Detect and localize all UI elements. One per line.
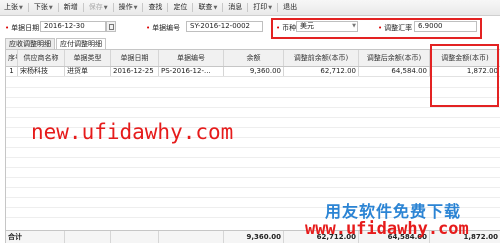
caret-down-icon: ▼ bbox=[19, 5, 23, 11]
table-cell: 1 bbox=[6, 67, 18, 76]
caret-down-icon: ▼ bbox=[103, 5, 108, 11]
toolbar-button[interactable]: 操作▼ bbox=[115, 0, 142, 15]
toolbar-button[interactable]: 退出 bbox=[279, 0, 301, 15]
col-header: 调整后余额(本币) bbox=[359, 50, 430, 66]
table-cell bbox=[111, 231, 159, 243]
col-header: 单据类型 bbox=[65, 50, 111, 66]
highlight-box bbox=[271, 18, 482, 39]
toolbar-button-label: 联查 bbox=[198, 3, 213, 11]
caret-down-icon: ▼ bbox=[133, 5, 138, 11]
toolbar-button-label: 上张 bbox=[4, 3, 18, 11]
date-label: • 单据日期 bbox=[5, 24, 40, 32]
number-label: • 单据编号 bbox=[146, 24, 181, 32]
table-cell bbox=[159, 231, 224, 243]
toolbar-divider bbox=[112, 3, 114, 12]
grid-line bbox=[6, 117, 500, 118]
date-field[interactable]: 2016-12-30 bbox=[40, 21, 106, 32]
number-field[interactable]: SY-2016-12-0002 bbox=[186, 21, 263, 32]
total-cell: 9,360.00 bbox=[224, 231, 284, 243]
grid-line bbox=[6, 157, 500, 158]
table-cell bbox=[65, 231, 111, 243]
col-header: 调整前余额(本币) bbox=[284, 50, 359, 66]
toolbar-button-label: 消息 bbox=[228, 3, 243, 11]
toolbar-divider bbox=[167, 3, 169, 12]
toolbar-button[interactable]: 上张▼ bbox=[0, 0, 27, 15]
toolbar-button[interactable]: 联查▼ bbox=[194, 0, 221, 15]
table-cell: 9,360.00 bbox=[224, 67, 284, 76]
table-cell: 进货单 bbox=[65, 67, 111, 76]
grid-line bbox=[6, 187, 500, 188]
toolbar-button[interactable]: 查找 bbox=[144, 0, 166, 15]
caret-down-icon: ▼ bbox=[213, 5, 218, 11]
toolbar: 上张▼ 下张▼ 新增 保存▼ 操作▼ 查找 定位 联查▼ 消息 打印▼ 退出 bbox=[0, 0, 500, 16]
toolbar-button[interactable]: 定位 bbox=[169, 0, 191, 15]
grid-line bbox=[6, 87, 500, 88]
toolbar-button[interactable]: 消息 bbox=[224, 0, 246, 15]
watermark-url: new.ufidawhy.com bbox=[31, 120, 234, 144]
toolbar-divider bbox=[57, 3, 59, 12]
caret-down-icon: ▼ bbox=[48, 5, 53, 11]
watermark-url-small: www.ufidawhy.com bbox=[305, 219, 469, 239]
table-cell: 62,712.00 bbox=[284, 67, 359, 76]
toolbar-button-label: 新增 bbox=[63, 3, 78, 11]
toolbar-button[interactable]: 保存▼ bbox=[85, 0, 112, 15]
toolbar-button-label: 保存 bbox=[88, 3, 103, 11]
col-header: 序号 bbox=[6, 50, 18, 66]
grid-line bbox=[6, 107, 500, 108]
toolbar-divider bbox=[222, 3, 224, 12]
table-cell: 宋杨科技 bbox=[18, 67, 65, 76]
col-header: 余额 bbox=[224, 50, 284, 66]
toolbar-button-label: 定位 bbox=[173, 3, 188, 11]
toolbar-button[interactable]: 下张▼ bbox=[30, 0, 57, 15]
toolbar-divider bbox=[277, 3, 279, 12]
table-cell: 2016-12-25 bbox=[111, 67, 159, 76]
grid-line bbox=[6, 167, 500, 168]
toolbar-divider bbox=[192, 3, 194, 12]
toolbar-button[interactable]: 打印▼ bbox=[249, 0, 276, 15]
caret-down-icon: ▼ bbox=[268, 5, 273, 11]
grid-line bbox=[6, 147, 500, 148]
col-header: 单据日期 bbox=[111, 50, 159, 66]
toolbar-divider bbox=[82, 3, 84, 12]
toolbar-divider bbox=[27, 3, 29, 12]
form-header: • 单据日期 2016-12-30 • 单据编号 SY-2016-12-0002 •… bbox=[0, 16, 500, 40]
grid-line bbox=[6, 97, 500, 98]
toolbar-divider bbox=[142, 3, 144, 12]
table-row[interactable]: 1 宋杨科技 进货单 2016-12-25 PS-2016-12-... 9,3… bbox=[6, 67, 500, 77]
tab-receivable-adjust[interactable]: 应收调整明细 bbox=[5, 38, 55, 49]
col-header: 供应商名称 bbox=[18, 50, 65, 66]
toolbar-button-label: 退出 bbox=[283, 3, 298, 11]
grid-header: 序号 供应商名称 单据类型 单据日期 单据编号 余额 调整前余额(本币) 调整后… bbox=[6, 50, 500, 67]
tab-bar: 应收调整明细 应付调整明细 bbox=[5, 38, 107, 49]
table-cell: 64,584.00 bbox=[359, 67, 430, 76]
toolbar-button-label: 打印 bbox=[253, 3, 268, 11]
toolbar-button[interactable]: 新增 bbox=[60, 0, 82, 15]
highlight-box bbox=[430, 44, 499, 107]
grid-line bbox=[6, 177, 500, 178]
toolbar-button-label: 查找 bbox=[148, 3, 163, 11]
tab-payable-adjust[interactable]: 应付调整明细 bbox=[56, 38, 106, 49]
col-header: 单据编号 bbox=[159, 50, 224, 66]
total-label: 合计 bbox=[6, 231, 65, 243]
toolbar-button-label: 下张 bbox=[33, 3, 48, 11]
toolbar-button-label: 操作 bbox=[118, 3, 133, 11]
calendar-icon[interactable] bbox=[106, 21, 116, 32]
table-cell: PS-2016-12-... bbox=[159, 67, 224, 76]
toolbar-divider bbox=[247, 3, 249, 12]
